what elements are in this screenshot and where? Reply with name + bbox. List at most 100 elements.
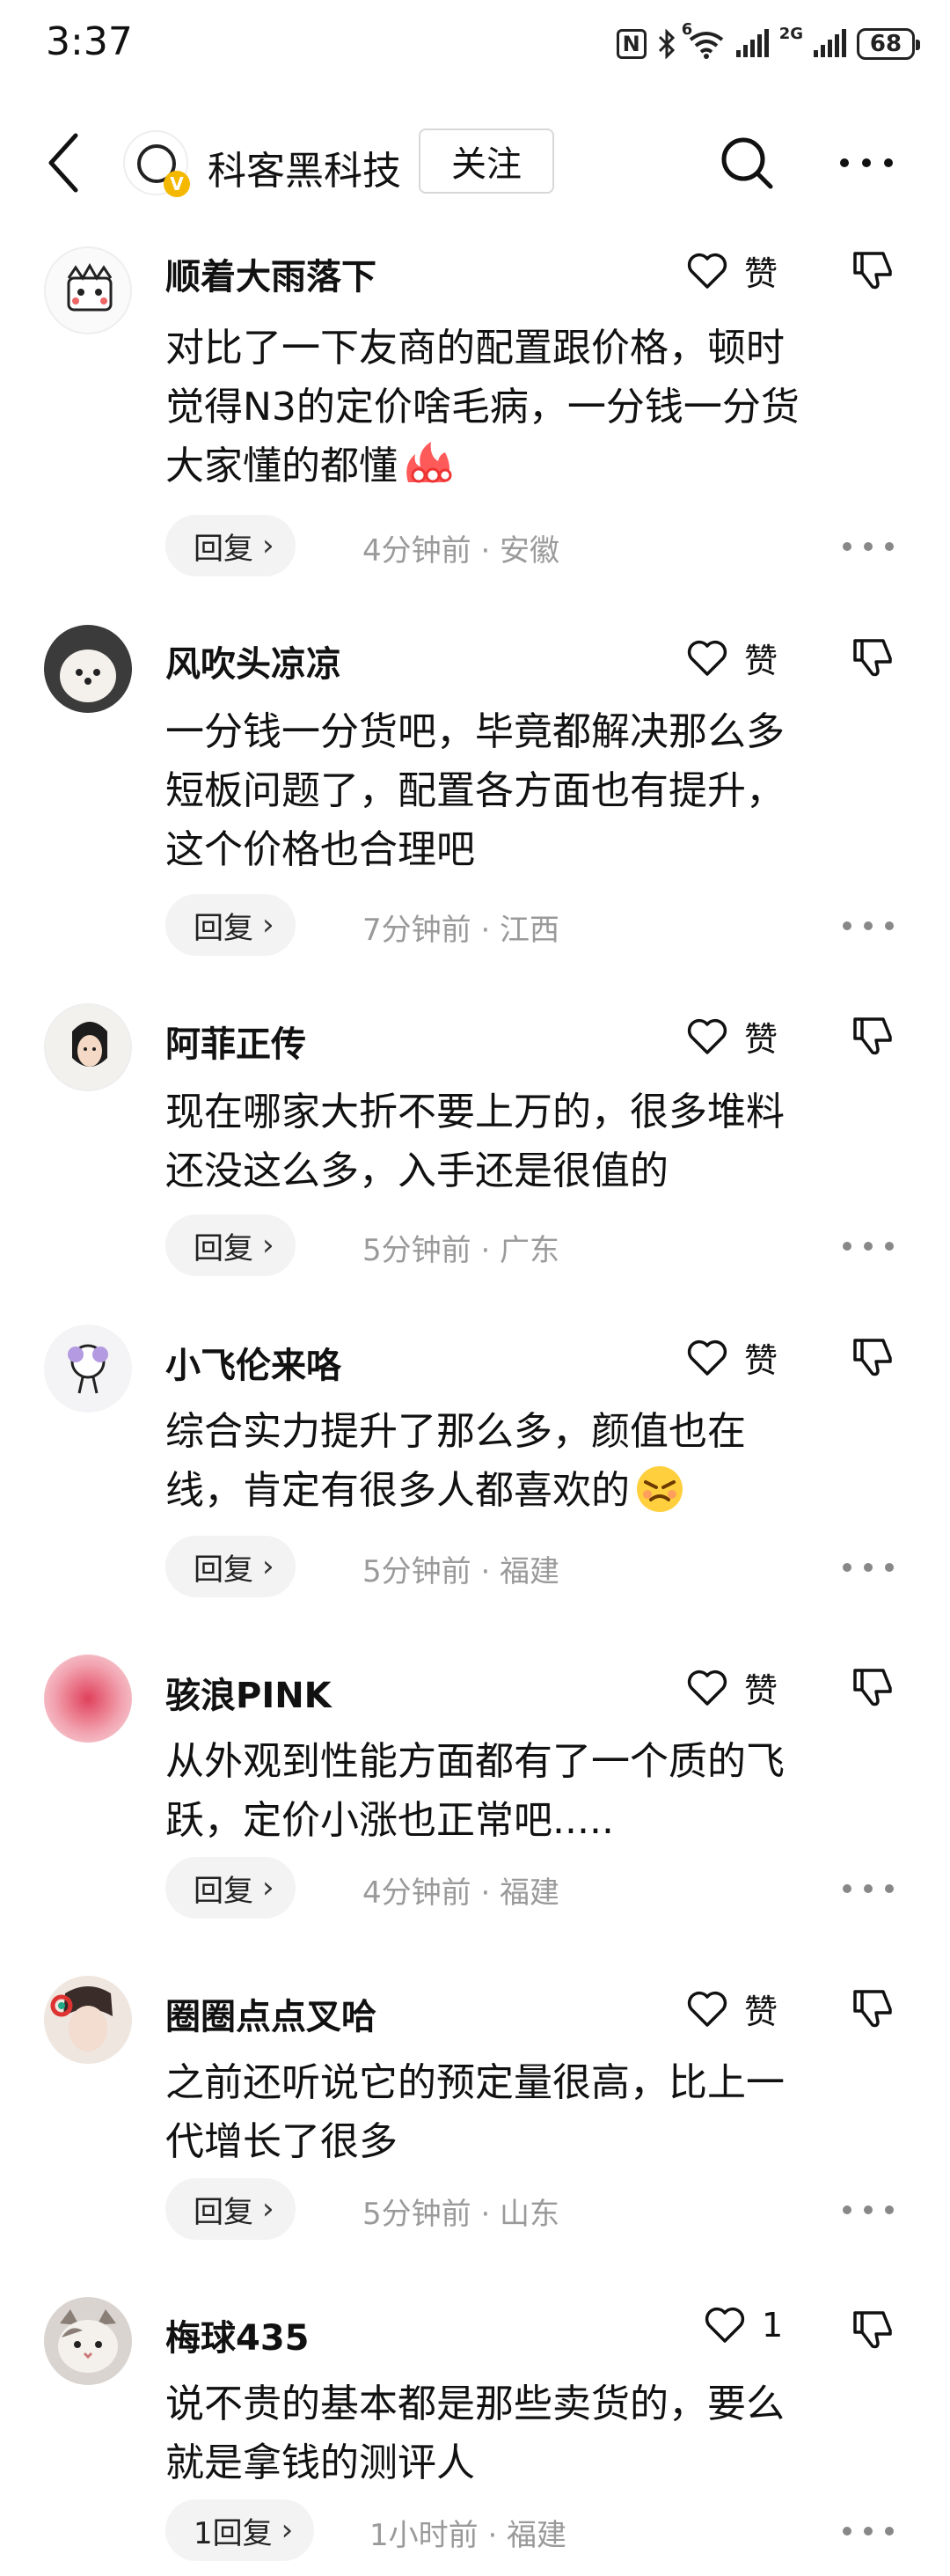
dislike-icon[interactable] — [851, 1335, 894, 1377]
reply-label: 回复 — [194, 531, 253, 567]
signal-icon — [735, 29, 769, 57]
comment-line-text: 线，肯定有很多人都喜欢的 — [165, 1468, 630, 1513]
comment-line: 觉得N3的定价啥毛病，一分钱一分货 — [165, 385, 800, 429]
avatar[interactable] — [44, 2297, 132, 2385]
comment-line: 对比了一下友商的配置跟价格，顿时 — [165, 326, 785, 371]
like-button[interactable]: 赞 — [686, 634, 778, 682]
like-button[interactable]: 赞 — [686, 1663, 778, 1712]
more-icon[interactable] — [841, 2204, 895, 2216]
back-icon[interactable] — [44, 130, 83, 195]
username[interactable]: 梅球435 — [165, 2309, 310, 2360]
reply-button[interactable]: 回复 › — [165, 515, 296, 576]
account-avatar[interactable]: V — [123, 130, 190, 197]
account-name[interactable]: 科客黑科技 — [208, 139, 401, 195]
like-button[interactable]: 赞 — [686, 1012, 778, 1060]
chevron-right-icon: › — [262, 1228, 274, 1263]
more-options-icon[interactable] — [836, 141, 897, 185]
comment-item: 风吹头凉凉 赞 一分钱一分货吧，毕竟都解决那么多 短板问题了，配置各方面也有提升… — [0, 625, 950, 977]
comment-meta: 4分钟前 · 安徽 — [362, 533, 560, 569]
comment-meta: 4分钟前 · 福建 — [362, 1875, 560, 1911]
chevron-right-icon: › — [262, 1870, 274, 1905]
avatar[interactable] — [44, 625, 132, 713]
dislike-icon[interactable] — [851, 1014, 894, 1056]
username[interactable]: 阿菲正传 — [165, 1016, 306, 1067]
heart-icon — [687, 1670, 727, 1706]
wifi-badge: 6 — [681, 20, 693, 39]
follow-button[interactable]: 关注 — [419, 128, 554, 194]
more-icon[interactable] — [841, 1561, 895, 1574]
dislike-icon[interactable] — [851, 635, 894, 678]
comment-line: 代增长了很多 — [165, 2119, 398, 2164]
comment-line: 大家懂的都懂 — [165, 437, 913, 495]
like-button[interactable]: 赞 — [686, 246, 778, 295]
username[interactable]: 圈圈点点叉哈 — [165, 1988, 376, 2039]
comment-text: 说不贵的基本都是那些卖货的，要么 就是拿钱的测评人 — [165, 2374, 913, 2492]
avatar[interactable] — [44, 246, 132, 334]
heart-icon — [687, 1339, 727, 1376]
reply-label: 回复 — [194, 1873, 253, 1909]
avatar[interactable] — [44, 1655, 132, 1743]
username[interactable]: 骇浪PINK — [165, 1667, 332, 1718]
like-count: 赞 — [744, 1341, 778, 1380]
comment-text: 综合实力提升了那么多，颜值也在 线，肯定有很多人都喜欢的 — [165, 1402, 913, 1520]
reply-button[interactable]: 回复 › — [165, 2178, 296, 2240]
comment-line: 线，肯定有很多人都喜欢的 — [165, 1461, 913, 1520]
comment-line-text: 大家懂的都懂 — [165, 444, 398, 488]
dislike-icon[interactable] — [851, 1986, 894, 2029]
dislike-icon[interactable] — [851, 248, 894, 290]
wifi-icon: 6 — [682, 20, 726, 59]
reply-button[interactable]: 回复 › — [165, 1536, 296, 1597]
bluetooth-icon — [658, 29, 675, 59]
more-icon[interactable] — [841, 1882, 895, 1895]
like-count: 赞 — [744, 254, 778, 293]
comment-text: 从外观到性能方面都有了一个质的飞 跃，定价小涨也正常吧..... — [165, 1732, 913, 1850]
like-count: 赞 — [744, 1671, 778, 1710]
reply-button[interactable]: 1回复 › — [165, 2499, 315, 2561]
status-time: 3:37 — [46, 19, 133, 64]
like-count: 1 — [762, 2306, 784, 2345]
like-button[interactable]: 赞 — [686, 1333, 778, 1382]
reply-button[interactable]: 回复 › — [165, 1857, 296, 1919]
dislike-icon[interactable] — [851, 1665, 894, 1707]
chevron-right-icon: › — [262, 1549, 274, 1584]
comment-text: 之前还听说它的预定量很高，比上一 代增长了很多 — [165, 2053, 913, 2171]
comment-line: 说不贵的基本都是那些卖货的，要么 — [165, 2382, 785, 2426]
more-icon[interactable] — [841, 2525, 895, 2537]
like-button[interactable]: 1 — [704, 2306, 783, 2345]
reply-label: 回复 — [194, 910, 253, 946]
more-icon[interactable] — [841, 920, 895, 932]
comment-line: 现在哪家大折不要上万的，很多堆料 — [165, 1090, 785, 1134]
chevron-right-icon: › — [262, 2191, 274, 2227]
avatar[interactable] — [44, 1976, 132, 2064]
nfc-icon: N — [616, 29, 647, 59]
chevron-right-icon: › — [281, 2513, 294, 2548]
like-count: 赞 — [744, 642, 778, 680]
heart-icon — [687, 1991, 727, 2027]
heart-icon — [687, 253, 727, 289]
status-bar: 3:37 N 6 2G 68 — [0, 0, 950, 88]
avatar[interactable] — [44, 1003, 132, 1091]
search-icon[interactable] — [718, 134, 776, 192]
username[interactable]: 小飞伦来咯 — [165, 1337, 341, 1388]
comment-text: 对比了一下友商的配置跟价格，顿时 觉得N3的定价啥毛病，一分钱一分货 大家懂的都… — [165, 319, 913, 495]
username[interactable]: 顺着大雨落下 — [165, 248, 376, 299]
verified-badge-icon: V — [164, 171, 190, 197]
comment-text: 一分钱一分货吧，毕竟都解决那么多 短板问题了，配置各方面也有提升， 这个价格也合… — [165, 702, 913, 879]
reply-button[interactable]: 回复 › — [165, 1215, 296, 1276]
comment-meta: 5分钟前 · 山东 — [362, 2197, 560, 2232]
like-button[interactable]: 赞 — [686, 1985, 778, 2033]
username[interactable]: 风吹头凉凉 — [165, 635, 341, 686]
dislike-icon[interactable] — [851, 2308, 894, 2350]
comment-line: 跃，定价小涨也正常吧..... — [165, 1798, 614, 1843]
comment-line: 之前还听说它的预定量很高，比上一 — [165, 2060, 785, 2105]
comment-meta: 5分钟前 · 福建 — [362, 1554, 560, 1589]
like-count: 赞 — [744, 1993, 778, 2031]
comment-line: 还没这么多，入手还是很值的 — [165, 1149, 669, 1193]
comment-item: 顺着大雨落下 赞 对比了一下友商的配置跟价格，顿时 觉得N3的定价啥毛病，一分钱… — [0, 238, 950, 607]
fire-emoji-icon — [406, 442, 452, 483]
more-icon[interactable] — [841, 540, 895, 553]
avatar[interactable] — [44, 1325, 132, 1413]
more-icon[interactable] — [841, 1240, 895, 1252]
reply-button[interactable]: 回复 › — [165, 894, 296, 956]
chevron-right-icon: › — [262, 907, 274, 943]
